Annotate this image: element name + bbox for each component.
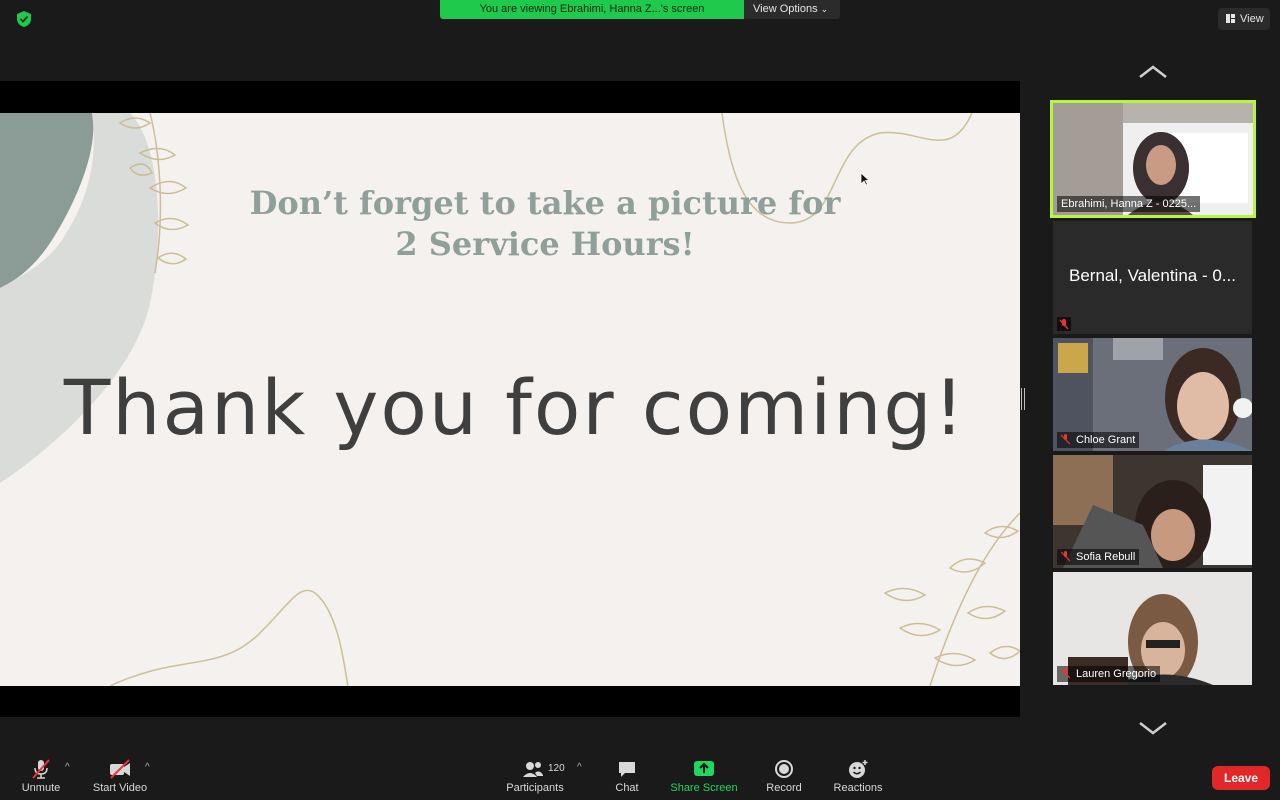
panel-resize-handle[interactable] — [1021, 388, 1025, 410]
participants-options-caret-icon[interactable]: ^ — [577, 762, 582, 773]
view-label: View — [1240, 13, 1264, 25]
participants-count: 120 — [548, 763, 565, 774]
participant-name-label: Sofia Rebull — [1057, 549, 1140, 565]
viewing-screen-banner: You are viewing Ebrahimi, Hanna Z...'s s… — [440, 0, 744, 19]
participants-button[interactable]: Participants — [500, 752, 570, 800]
share-screen-label: Share Screen — [670, 782, 738, 794]
meeting-toolbar: Unmute ^ Start Video ^ Participants 120 … — [0, 752, 1280, 800]
gallery-grid-icon — [1226, 14, 1235, 23]
participant-name-label: Ebrahimi, Hanna Z - 0225... — [1057, 196, 1201, 212]
scroll-up-icon[interactable] — [1138, 64, 1168, 80]
video-options-caret-icon[interactable]: ^ — [145, 762, 150, 773]
reactions-emoji-icon — [849, 760, 868, 778]
start-video-label: Start Video — [92, 782, 148, 794]
video-tile[interactable]: Lauren Gregorio — [1053, 572, 1252, 685]
slide-subtitle-line2: 2 Service Hours! — [395, 225, 695, 263]
slide-main-text: Thank you for coming! — [63, 363, 967, 452]
video-tile[interactable]: Chloe Grant — [1053, 338, 1252, 451]
muted-mic-icon — [1061, 551, 1070, 562]
share-screen-icon — [694, 761, 714, 776]
presentation-slide: Don’t forget to take a picture for 2 Ser… — [0, 113, 1020, 686]
video-tile-active[interactable]: Ebrahimi, Hanna Z - 0225... — [1050, 100, 1256, 218]
chat-icon — [619, 762, 635, 777]
participants-icon — [523, 762, 543, 777]
record-icon — [775, 760, 793, 778]
view-options-label: View Options — [753, 3, 818, 15]
chat-button[interactable]: Chat — [607, 752, 647, 800]
participant-name-label: Lauren Gregorio — [1057, 666, 1161, 682]
view-button[interactable]: View — [1218, 8, 1270, 30]
slide-subtitle: Don’t forget to take a picture for 2 Ser… — [230, 183, 860, 265]
unmute-label: Unmute — [21, 782, 61, 794]
share-screen-button[interactable]: Share Screen — [666, 752, 742, 800]
muted-mic-icon — [1061, 434, 1070, 445]
participants-label: Participants — [506, 782, 564, 794]
unmute-button[interactable]: Unmute — [14, 752, 68, 800]
encryption-shield-icon[interactable] — [14, 9, 34, 29]
scroll-down-icon[interactable] — [1138, 720, 1168, 736]
participant-name: Ebrahimi, Hanna Z - 0225... — [1061, 198, 1197, 210]
video-off-icon — [110, 759, 130, 779]
participant-name-display: Bernal, Valentina - 0... — [1069, 266, 1236, 285]
video-tile[interactable]: Bernal, Valentina - 0... — [1053, 221, 1252, 334]
video-tile[interactable]: Sofia Rebull — [1053, 455, 1252, 568]
reactions-label: Reactions — [833, 782, 883, 794]
mouse-cursor-icon — [860, 172, 870, 186]
muted-mic-icon — [1057, 317, 1071, 331]
participant-name: Lauren Gregorio — [1076, 668, 1157, 680]
participant-name-label: Chloe Grant — [1057, 432, 1140, 448]
participant-name: Chloe Grant — [1076, 434, 1136, 446]
start-video-button[interactable]: Start Video — [88, 752, 152, 800]
record-label: Record — [766, 782, 802, 794]
muted-microphone-icon — [32, 759, 50, 779]
slide-subtitle-line1: Don’t forget to take a picture for — [249, 184, 841, 222]
reactions-button[interactable]: Reactions — [828, 752, 888, 800]
view-options-button[interactable]: View Options ⌄ — [744, 0, 840, 19]
record-button[interactable]: Record — [760, 752, 808, 800]
muted-mic-icon — [1061, 668, 1070, 679]
leave-button[interactable]: Leave — [1212, 766, 1270, 790]
chevron-down-icon: ⌄ — [820, 4, 829, 14]
chat-label: Chat — [615, 782, 639, 794]
audio-options-caret-icon[interactable]: ^ — [65, 762, 70, 773]
zoom-meeting-window: You are viewing Ebrahimi, Hanna Z...'s s… — [0, 0, 1280, 800]
participant-name: Sofia Rebull — [1076, 551, 1136, 563]
